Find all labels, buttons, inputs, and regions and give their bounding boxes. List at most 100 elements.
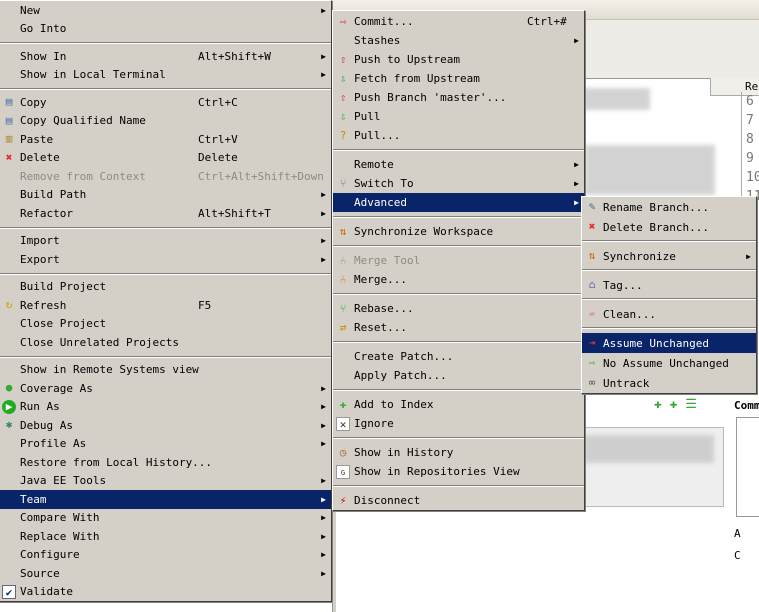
menu-item-label: Commit...	[354, 15, 414, 28]
push-branch-icon: ⇧	[339, 90, 347, 104]
menu-item-close-unrelated-projects[interactable]: Close Unrelated Projects	[0, 333, 331, 352]
menu-item-paste[interactable]: ▥ Paste Ctrl+V	[0, 130, 331, 149]
menu-item-run-as[interactable]: ▶ Run As ▶	[0, 398, 331, 417]
menu-item-label: Copy Qualified Name	[20, 114, 146, 128]
copy-qualified-name-icon: ▤	[5, 113, 13, 127]
menu-item-label: Advanced	[354, 196, 407, 209]
menu-item-copy[interactable]: ▤ Copy Ctrl+C	[0, 93, 331, 112]
menu-item-no-assume-unchanged[interactable]: ⇨ No Assume Unchanged	[582, 353, 756, 373]
submenu-arrow-icon: ▶	[321, 383, 326, 393]
menu-item-label: Push to Upstream	[354, 53, 460, 66]
push-icon: ⇧	[339, 52, 347, 66]
menu-item-fetch-from-upstream[interactable]: ⇩ Fetch from Upstream	[333, 69, 584, 88]
blurred-content	[584, 435, 714, 463]
menu-separator	[333, 485, 584, 487]
menu-item-profile-as[interactable]: Profile As ▶	[0, 435, 331, 454]
menu-item-replace-with[interactable]: Replace With ▶	[0, 527, 331, 546]
menu-item-rebase[interactable]: ⑂ Rebase...	[333, 299, 584, 318]
menu-item-assume-unchanged[interactable]: ⇥ Assume Unchanged	[582, 333, 756, 353]
menu-item-push-branch-master[interactable]: ⇧ Push Branch 'master'...	[333, 88, 584, 107]
menu-item-go-into[interactable]: Go Into	[0, 20, 331, 39]
shortcut-label: Delete	[198, 151, 238, 165]
menu-item-rename-branch[interactable]: ✎ Rename Branch...	[582, 197, 756, 217]
menu-item-ignore[interactable]: ✕ Ignore	[333, 414, 584, 433]
no-assume-unchanged-icon: ⇨	[588, 356, 596, 369]
menu-item-restore-from-local-history[interactable]: Restore from Local History...	[0, 453, 331, 472]
menu-item-show-in-local-terminal[interactable]: Show in Local Terminal ▶	[0, 66, 331, 85]
menu-item-reset[interactable]: ⇄ Reset...	[333, 318, 584, 337]
debug-icon: ✱	[5, 418, 13, 432]
menu-item-label: Compare With	[20, 511, 100, 525]
menu-item-label: No Assume Unchanged	[603, 356, 729, 370]
menu-item-label: Assume Unchanged	[603, 336, 709, 350]
submenu-arrow-icon: ▶	[321, 439, 326, 449]
menu-item-pull[interactable]: ⇩ Pull	[333, 107, 584, 126]
untrack-icon: ∞	[588, 376, 596, 389]
menu-item-delete-branch[interactable]: ✖ Delete Branch...	[582, 217, 756, 237]
menu-item-pull[interactable]: ? Pull...	[333, 126, 584, 145]
menu-item-label: Close Unrelated Projects	[20, 335, 179, 349]
checkbox-checked-icon: ✔	[2, 584, 16, 599]
menu-item-synchronize[interactable]: ⇅ Synchronize ▶	[582, 246, 756, 266]
menu-separator	[0, 88, 331, 90]
menu-item-compare-with[interactable]: Compare With ▶	[0, 509, 331, 528]
menu-item-label: Fetch from Upstream	[354, 72, 480, 85]
history-icon: ◷	[339, 445, 347, 459]
menu-item-coverage-as[interactable]: ● Coverage As ▶	[0, 379, 331, 398]
menu-item-create-patch[interactable]: Create Patch...	[333, 347, 584, 366]
menu-item-commit[interactable]: ⇨ Commit... Ctrl+#	[333, 12, 584, 31]
menu-item-copy-qualified-name[interactable]: ▤ Copy Qualified Name	[0, 112, 331, 131]
menu-separator	[582, 269, 756, 271]
menu-item-export[interactable]: Export ▶	[0, 250, 331, 269]
commit-message-label: Comm	[734, 399, 759, 412]
menu-item-disconnect[interactable]: ⚡ Disconnect	[333, 491, 584, 510]
menu-item-label: Clean...	[603, 307, 656, 321]
menu-item-label: Pull...	[354, 129, 401, 142]
menu-item-validate[interactable]: ✔ Validate	[0, 583, 331, 602]
menu-item-show-in-history[interactable]: ◷ Show in History	[333, 443, 584, 462]
menu-item-synchronize-workspace[interactable]: ⇅ Synchronize Workspace	[333, 222, 584, 241]
disconnect-icon: ⚡	[339, 493, 347, 507]
menu-item-source[interactable]: Source ▶	[0, 564, 331, 583]
line-number: 8	[746, 132, 754, 147]
menu-separator	[0, 355, 331, 358]
menu-item-team[interactable]: Team ▶	[0, 490, 331, 509]
menu-item-show-in-repositories-view[interactable]: G Show in Repositories View	[333, 462, 584, 481]
menu-item-delete[interactable]: ✖ Delete Delete	[0, 149, 331, 168]
menu-item-label: Apply Patch...	[354, 369, 447, 382]
menu-item-merge[interactable]: ⑃ Merge...	[333, 270, 584, 289]
menu-item-clean[interactable]: ▰ Clean...	[582, 304, 756, 324]
menu-item-close-project[interactable]: Close Project	[0, 315, 331, 334]
staging-toolbar-icons[interactable]: ✚ ✚ ☰	[654, 397, 697, 412]
menu-item-configure[interactable]: Configure ▶	[0, 546, 331, 565]
menu-item-show-in-remote-systems-view[interactable]: Show in Remote Systems view	[0, 361, 331, 380]
menu-item-apply-patch[interactable]: Apply Patch...	[333, 366, 584, 385]
menu-item-stashes[interactable]: Stashes ▶	[333, 31, 584, 50]
line-number: 6	[746, 94, 754, 109]
menu-item-show-in[interactable]: Show In Alt+Shift+W ▶	[0, 47, 331, 66]
menu-item-remote[interactable]: Remote ▶	[333, 155, 584, 174]
menu-item-build-path[interactable]: Build Path ▶	[0, 186, 331, 205]
menu-item-label: Replace With	[20, 529, 100, 543]
menu-separator	[0, 272, 331, 275]
submenu-arrow-icon: ▶	[321, 190, 326, 200]
menu-item-label: Source	[20, 566, 60, 580]
shortcut-label: Ctrl+V	[198, 132, 238, 146]
menu-item-label: Close Project	[20, 317, 107, 331]
menu-item-java-ee-tools[interactable]: Java EE Tools ▶	[0, 472, 331, 491]
menu-item-push-to-upstream[interactable]: ⇧ Push to Upstream	[333, 50, 584, 69]
menu-item-tag[interactable]: ⌂ Tag...	[582, 275, 756, 295]
menu-item-new[interactable]: New ▶	[0, 1, 331, 20]
menu-item-import[interactable]: Import ▶	[0, 232, 331, 251]
menu-item-untrack[interactable]: ∞ Untrack	[582, 373, 756, 393]
menu-item-build-project[interactable]: Build Project	[0, 278, 331, 297]
menu-item-label: Ignore	[354, 417, 394, 430]
menu-item-refactor[interactable]: Refactor Alt+Shift+T ▶	[0, 204, 331, 223]
commit-message-field[interactable]	[736, 417, 759, 517]
menu-item-refresh[interactable]: ↻ Refresh F5	[0, 296, 331, 315]
menu-item-switch-to[interactable]: ⑂ Switch To ▶	[333, 174, 584, 193]
menu-item-advanced[interactable]: Advanced ▶	[333, 193, 584, 212]
menu-item-debug-as[interactable]: ✱ Debug As ▶	[0, 416, 331, 435]
menu-item-add-to-index[interactable]: ✚ Add to Index	[333, 395, 584, 414]
shortcut-label: F5	[198, 298, 212, 312]
